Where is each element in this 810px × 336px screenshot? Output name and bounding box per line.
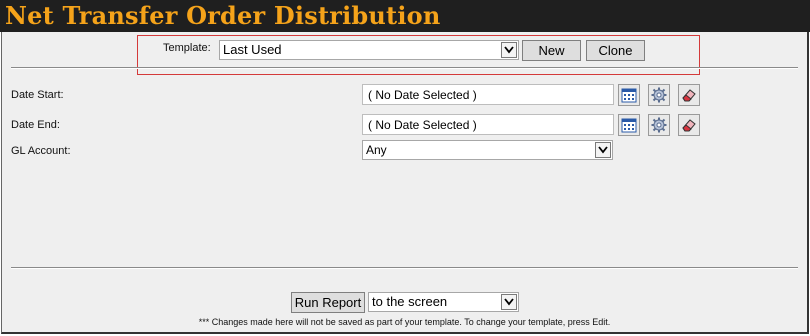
page-title: Net Transfer Order Distribution <box>5 1 441 30</box>
gl-account-value: Any <box>366 143 387 157</box>
run-report-button[interactable]: Run Report <box>291 292 365 313</box>
title-bar: Net Transfer Order Distribution <box>0 0 810 32</box>
date-end-field[interactable]: ( No Date Selected ) <box>362 114 614 135</box>
date-start-settings-button[interactable] <box>648 84 670 106</box>
template-select-value: Last Used <box>223 42 282 57</box>
report-panel: Template: Last Used New Clone Date Start… <box>1 32 809 334</box>
date-end-calendar-button[interactable] <box>618 114 640 136</box>
date-end-settings-button[interactable] <box>648 114 670 136</box>
template-label: Template: <box>163 42 211 54</box>
calendar-icon <box>621 118 637 133</box>
template-change-note: *** Changes made here will not be saved … <box>198 317 611 327</box>
new-template-button[interactable]: New <box>522 40 581 61</box>
divider-bottom <box>11 267 798 269</box>
date-start-calendar-button[interactable] <box>618 84 640 106</box>
eraser-icon <box>682 119 696 132</box>
date-end-label: Date End: <box>11 119 60 131</box>
chevron-down-icon[interactable] <box>501 294 517 310</box>
eraser-icon <box>682 89 696 102</box>
divider-top <box>11 67 798 69</box>
date-start-value: ( No Date Selected ) <box>368 88 477 102</box>
date-start-label: Date Start: <box>11 89 64 101</box>
calendar-icon <box>621 88 637 103</box>
date-end-clear-button[interactable] <box>678 114 700 136</box>
gl-account-select[interactable]: Any <box>362 140 613 160</box>
chevron-down-icon[interactable] <box>595 142 611 158</box>
date-start-clear-button[interactable] <box>678 84 700 106</box>
gl-account-label: GL Account: <box>11 145 71 157</box>
date-start-field[interactable]: ( No Date Selected ) <box>362 84 614 105</box>
gear-icon <box>651 87 667 103</box>
chevron-down-icon[interactable] <box>501 42 517 58</box>
template-select[interactable]: Last Used <box>219 40 519 60</box>
date-end-value: ( No Date Selected ) <box>368 118 477 132</box>
gear-icon <box>651 117 667 133</box>
output-select-value: to the screen <box>372 294 448 309</box>
output-select[interactable]: to the screen <box>368 292 519 312</box>
clone-template-button[interactable]: Clone <box>586 40 645 61</box>
